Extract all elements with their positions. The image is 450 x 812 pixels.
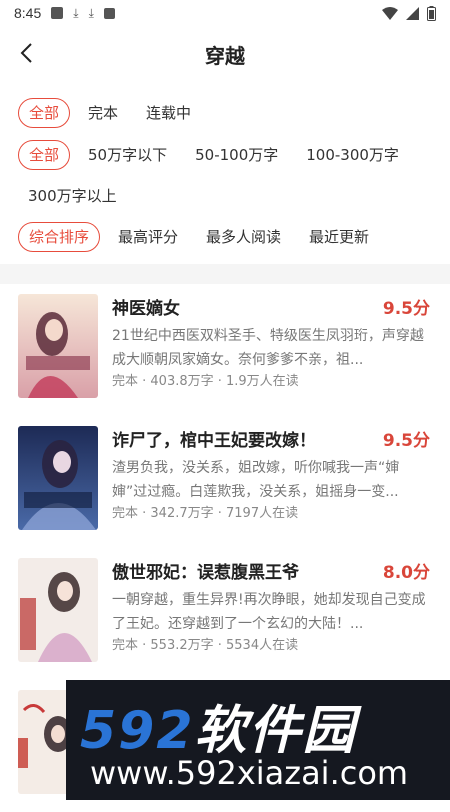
- length-filter-over-300w[interactable]: 300万字以上: [18, 181, 127, 211]
- length-filter-all[interactable]: 全部: [18, 140, 71, 170]
- book-description: 21世纪中西医双料圣手、特级医生凤羽珩，声穿越成大顺朝凤家嫡女。奈何爹爹不亲，祖…: [112, 328, 424, 368]
- book-meta: 完本 · 553.2万字 · 5534人在读: [112, 638, 299, 653]
- book-score: 9.5分: [382, 431, 430, 451]
- watermark-brand-number: 592: [80, 701, 195, 761]
- header: 穿越: [0, 26, 450, 80]
- length-filter-100-300w[interactable]: 100-300万字: [296, 140, 409, 170]
- book-score: 9.5分: [382, 299, 430, 319]
- notification-icon: [51, 7, 64, 19]
- download-icon: ⤓: [73, 6, 79, 20]
- length-filter-row: 全部 50万字以下 50-100万字 100-300万字: [18, 140, 417, 170]
- sort-latest-update[interactable]: 最近更新: [299, 222, 379, 252]
- watermark-brand-text: 软件园: [194, 701, 357, 761]
- book-meta: 完本 · 403.8万字 · 1.9万人在读: [112, 374, 299, 389]
- status-filter-row: 全部 完本 连载中: [18, 98, 209, 128]
- book-meta: 完本 · 342.7万字 · 7197人在读: [112, 506, 299, 521]
- status-filter-all[interactable]: 全部: [18, 98, 71, 128]
- book-card[interactable]: 诈尸了，棺中王妃要改嫁！ 9.5分 渣男负我，没关系，姐改嫁，听你喊我一声“婶婶…: [0, 416, 450, 548]
- book-description: 渣男负我，没关系，姐改嫁，听你喊我一声“婶婶”过过瘾。白莲欺我，没关系，姐摇身一…: [112, 460, 400, 500]
- watermark-brand: 592软件园: [80, 688, 357, 763]
- book-cover: [18, 558, 98, 662]
- battery-icon: [427, 5, 436, 21]
- book-title: 神医嫡女: [112, 299, 180, 319]
- sort-most-readers[interactable]: 最多人阅读: [196, 222, 291, 252]
- book-score: 8.0分: [382, 563, 430, 583]
- status-time: 8:45: [14, 5, 42, 21]
- book-card[interactable]: 神医嫡女 9.5分 21世纪中西医双料圣手、特级医生凤羽珩，声穿越成大顺朝凤家嫡…: [0, 284, 450, 416]
- sort-filter-row: 综合排序 最高评分 最多人阅读 最近更新: [18, 222, 387, 252]
- watermark-url: www.592xiazai.com: [90, 754, 409, 792]
- app-notification-icon: [103, 7, 115, 19]
- book-card[interactable]: 傲世邪妃：误惹腹黑王爷 8.0分 一朝穿越，重生异界!再次睁眼，她却发现自己变成…: [0, 548, 450, 680]
- sort-highest-rating[interactable]: 最高评分: [108, 222, 188, 252]
- signal-icon: [406, 6, 419, 20]
- wifi-icon: [382, 6, 398, 20]
- length-filter-row-2: 300万字以上: [18, 181, 135, 211]
- book-title: 傲世邪妃：误惹腹黑王爷: [112, 563, 299, 583]
- status-filter-finished[interactable]: 完本: [78, 98, 128, 128]
- status-bar: 8:45 ⤓ ⤓: [0, 0, 450, 26]
- length-filter-under-50w[interactable]: 50万字以下: [78, 140, 177, 170]
- watermark-banner: 592软件园 www.592xiazai.com: [66, 680, 450, 800]
- status-filter-ongoing[interactable]: 连载中: [136, 98, 201, 128]
- download-icon: ⤓: [88, 6, 94, 20]
- sort-comprehensive[interactable]: 综合排序: [18, 222, 101, 252]
- book-title: 诈尸了，棺中王妃要改嫁！: [112, 431, 316, 451]
- page-title: 穿越: [205, 44, 245, 68]
- book-cover: [18, 426, 98, 530]
- book-cover: [18, 294, 98, 398]
- book-description: 一朝穿越，重生异界!再次睁眼，她却发现自己变成了王妃。还穿越到了一个玄幻的大陆！…: [112, 592, 426, 632]
- length-filter-50-100w[interactable]: 50-100万字: [185, 140, 288, 170]
